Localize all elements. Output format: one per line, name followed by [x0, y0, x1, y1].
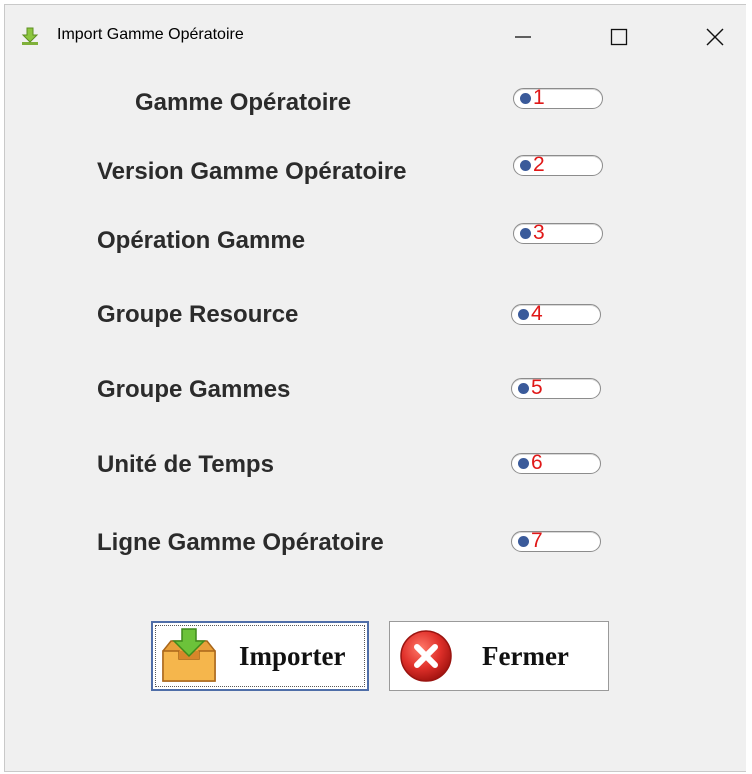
- field-value: 1: [533, 86, 545, 109]
- field-groupe-gammes[interactable]: 5: [511, 376, 601, 399]
- close-button[interactable]: Fermer: [389, 621, 609, 691]
- title-bar[interactable]: Import Gamme Opératoire: [5, 5, 746, 61]
- field-indicator-dot: [518, 383, 529, 394]
- label-gamme-operatoire: Gamme Opératoire: [135, 89, 352, 116]
- field-value: 7: [531, 529, 543, 552]
- label-version-gamme-operatoire: Version Gamme Opératoire: [97, 158, 407, 185]
- red-cancel-icon: [400, 630, 452, 682]
- label-unite-de-temps: Unité de Temps: [97, 451, 274, 478]
- field-indicator-dot: [518, 458, 529, 469]
- import-window: Import Gamme Opératoire Gamme Opératoire…: [4, 4, 746, 772]
- maximize-button[interactable]: [601, 19, 637, 55]
- field-value: 3: [533, 221, 545, 244]
- import-button-label: Importer: [239, 640, 346, 671]
- label-groupe-resource: Groupe Resource: [97, 301, 299, 328]
- close-icon: [706, 28, 724, 46]
- close-button-label: Fermer: [482, 640, 569, 671]
- field-indicator-dot: [520, 93, 531, 104]
- field-value: 4: [531, 302, 543, 325]
- field-gamme-operatoire[interactable]: 1: [513, 86, 603, 109]
- field-indicator-dot: [520, 228, 531, 239]
- field-operation-gamme[interactable]: 3: [513, 221, 603, 244]
- field-value: 2: [533, 153, 545, 176]
- download-arrow-icon: [21, 27, 39, 45]
- field-value: 6: [531, 451, 543, 474]
- field-indicator-dot: [520, 160, 531, 171]
- minimize-button[interactable]: [505, 19, 541, 55]
- field-groupe-resource[interactable]: 4: [511, 302, 601, 325]
- field-indicator-dot: [518, 309, 529, 320]
- close-window-button[interactable]: [697, 19, 733, 55]
- label-groupe-gammes: Groupe Gammes: [97, 376, 291, 403]
- label-operation-gamme: Opération Gamme: [97, 227, 306, 254]
- import-tray-icon: [162, 628, 216, 682]
- field-indicator-dot: [518, 536, 529, 547]
- field-version-gamme-operatoire[interactable]: 2: [513, 153, 603, 176]
- minimize-icon: [515, 36, 531, 38]
- maximize-icon: [610, 28, 628, 46]
- label-ligne-gamme-operatoire: Ligne Gamme Opératoire: [97, 529, 384, 556]
- field-unite-de-temps[interactable]: 6: [511, 451, 601, 474]
- import-button[interactable]: Importer: [151, 621, 369, 691]
- field-ligne-gamme-operatoire[interactable]: 7: [511, 529, 601, 552]
- window-title: Import Gamme Opératoire: [57, 26, 244, 43]
- field-value: 5: [531, 376, 543, 399]
